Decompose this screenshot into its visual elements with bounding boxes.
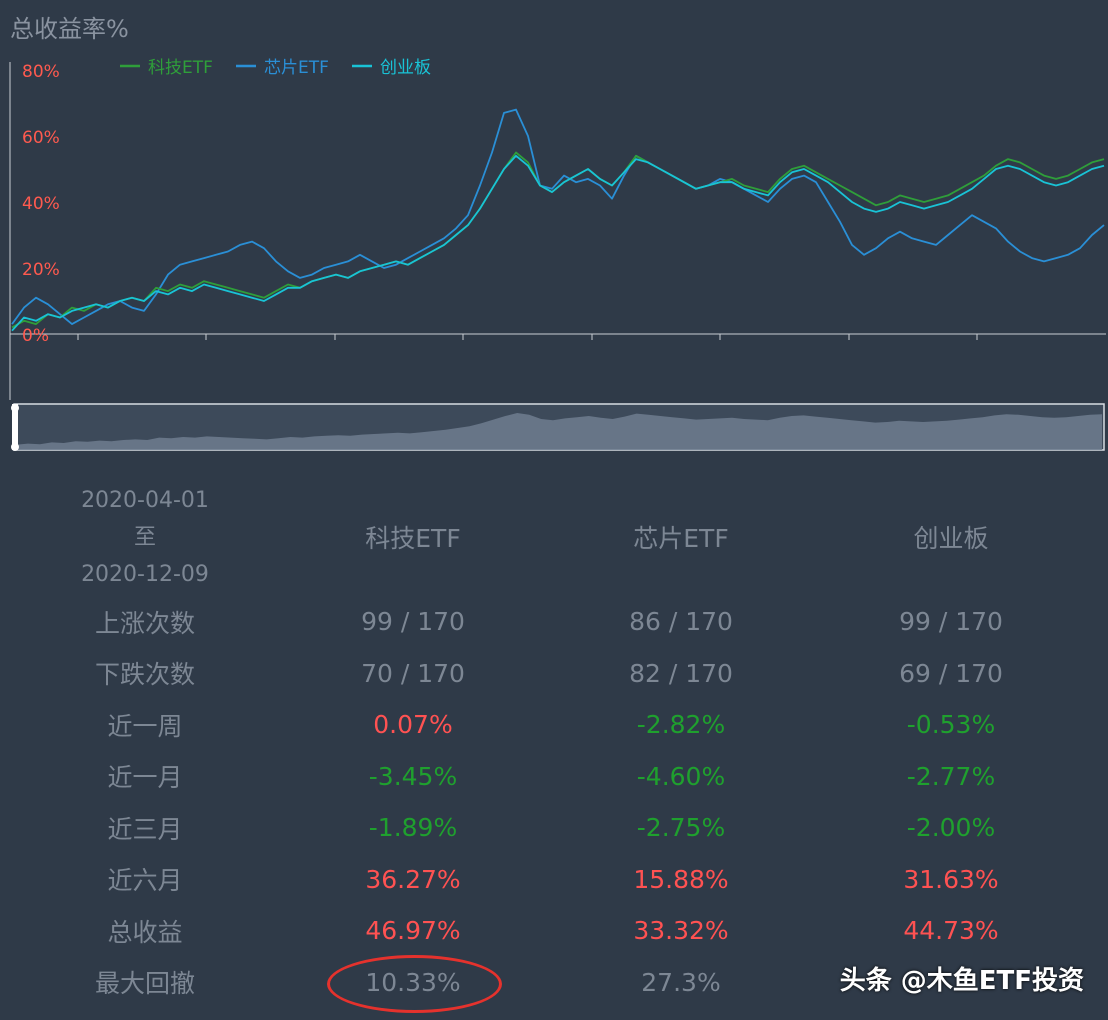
table-row: 近一月 -3.45% -4.60% -2.77% — [0, 751, 1108, 803]
row-label: 最大回撤 — [94, 969, 195, 999]
row-label: 近六月 — [107, 866, 183, 896]
table-cell: 70 / 170 — [361, 658, 465, 688]
table-cell: -3.45% — [368, 761, 458, 791]
y-tick-label: 80% — [22, 62, 60, 82]
table-row: 近一周 0.07% -2.82% -0.53% — [0, 699, 1108, 751]
table-cell: -0.53% — [906, 710, 996, 740]
slider-handle-knob[interactable] — [11, 404, 19, 412]
table-cell: -2.82% — [636, 710, 726, 740]
table-cell: 36.27% — [365, 864, 461, 894]
series-line — [11, 108, 1105, 326]
table-cell: 82 / 170 — [629, 658, 733, 688]
legend-label: 创业板 — [380, 58, 431, 78]
watermark: 头条 @木鱼ETF投资 — [839, 966, 1084, 996]
line-chart: 总收益率% 80% 60% 40% 20% 0% 科技ETF 芯片ETF 创业板 — [9, 15, 1106, 451]
period-start: 2020-04-01 — [81, 487, 209, 513]
table-cell: -2.77% — [906, 761, 996, 791]
chart-title: 总收益率% — [10, 15, 129, 43]
table-cell: 69 / 170 — [899, 658, 1003, 688]
table-cell: -2.75% — [636, 813, 726, 843]
y-tick-label: 20% — [22, 260, 60, 280]
row-label: 近一周 — [107, 711, 183, 741]
date-range-label: 2020-04-01 至 2020-12-09 — [40, 478, 250, 596]
y-tick-label: 40% — [22, 194, 60, 214]
legend-label: 科技ETF — [148, 58, 213, 78]
period-to: 至 — [133, 524, 156, 550]
table-row: 近六月 36.27% 15.88% 31.63% — [0, 854, 1108, 906]
table-cell: 33.32% — [633, 916, 729, 946]
table-row: 近三月 -1.89% -2.75% -2.00% — [0, 802, 1108, 854]
table-cell: 44.73% — [903, 916, 999, 946]
period-end: 2020-12-09 — [81, 561, 209, 587]
table-cell: 27.3% — [641, 967, 721, 997]
table-body: 上涨次数 99 / 170 86 / 170 99 / 170 下跌次数 70 / 170… — [0, 596, 1108, 1008]
column-header-chuangye: 创业板 — [913, 524, 989, 553]
row-label: 下跌次数 — [94, 660, 195, 690]
table-cell: 86 / 170 — [629, 607, 733, 637]
table-cell: -2.00% — [906, 813, 996, 843]
row-label: 上涨次数 — [94, 608, 195, 638]
column-header-xinpian: 芯片ETF — [633, 524, 729, 553]
table-cell: -1.89% — [368, 813, 458, 843]
range-slider[interactable] — [11, 403, 1105, 451]
row-label: 总收益 — [107, 917, 183, 947]
chart-axes: 80% 60% 40% 20% 0% — [9, 62, 1106, 400]
highlight-circle — [327, 955, 502, 1013]
y-tick-label: 60% — [22, 128, 60, 148]
chart-series-lines — [11, 108, 1105, 332]
table-cell: 99 / 170 — [899, 607, 1003, 637]
table-row: 上涨次数 99 / 170 86 / 170 99 / 170 — [0, 596, 1108, 648]
table-cell: -4.60% — [636, 761, 726, 791]
y-tick-label: 0% — [22, 326, 49, 346]
slider-handle-knob[interactable] — [11, 443, 19, 451]
row-label: 近一月 — [107, 763, 183, 793]
table-header-row: 2020-04-01 至 2020-12-09 科技ETF 芯片ETF 创业板 — [0, 478, 1108, 596]
series-line — [11, 151, 1105, 329]
table-cell: 0.07% — [373, 710, 453, 740]
stats-table: 2020-04-01 至 2020-12-09 科技ETF 芯片ETF 创业板 … — [0, 478, 1108, 1008]
row-label: 近三月 — [107, 814, 183, 844]
chart-legend: 科技ETF 芯片ETF 创业板 — [120, 58, 431, 78]
legend-label: 芯片ETF — [264, 58, 329, 78]
table-cell: 15.88% — [633, 864, 729, 894]
table-cell: 46.97% — [365, 916, 461, 946]
table-cell: 31.63% — [903, 864, 999, 894]
table-row: 下跌次数 70 / 170 82 / 170 69 / 170 — [0, 648, 1108, 700]
column-header-keji: 科技ETF — [365, 524, 461, 553]
table-row: 总收益 46.97% 33.32% 44.73% — [0, 905, 1108, 957]
table-cell: 99 / 170 — [361, 607, 465, 637]
